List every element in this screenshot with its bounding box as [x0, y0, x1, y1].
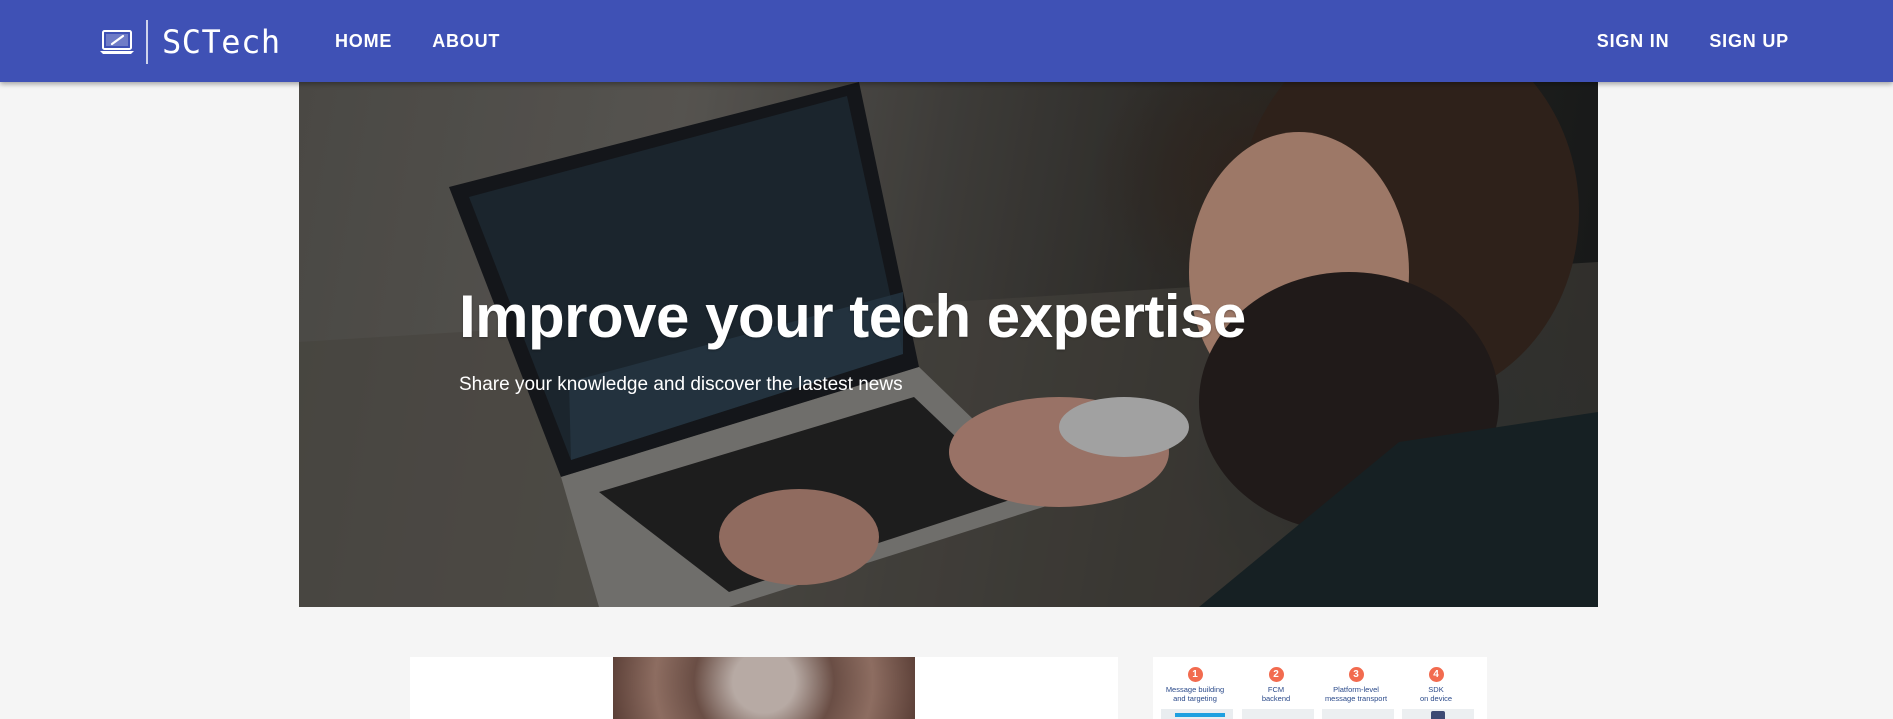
- brand-name[interactable]: SCTech: [162, 23, 281, 61]
- nav-about-link[interactable]: ABOUT: [412, 23, 520, 60]
- step-label: FCM backend: [1261, 685, 1291, 703]
- post-card[interactable]: [410, 657, 1118, 719]
- step-number: 4: [1428, 667, 1444, 682]
- sign-up-link[interactable]: SIGN UP: [1689, 23, 1809, 60]
- step-label: Message building and targeting: [1165, 685, 1225, 703]
- phone-icon: [1431, 711, 1445, 719]
- diagram-box: [1402, 709, 1474, 719]
- account-nav: SIGN IN SIGN UP: [1577, 0, 1809, 82]
- post-card[interactable]: 1 Message building and targeting 2 FCM b…: [1153, 657, 1487, 719]
- step-label: SDK on device: [1419, 685, 1453, 703]
- diagram-step: 3 Platform-level message transport: [1316, 667, 1396, 703]
- laptop-pen-icon: [100, 30, 134, 54]
- step-label: Platform-level message transport: [1324, 685, 1388, 703]
- step-number: 1: [1187, 667, 1203, 682]
- step-number: 2: [1268, 667, 1284, 682]
- diagram-box: [1322, 709, 1394, 719]
- diagram-step: 1 Message building and targeting: [1155, 667, 1235, 703]
- app-bar: SCTech HOME ABOUT SIGN IN SIGN UP: [0, 0, 1893, 82]
- diagram-step: 2 FCM backend: [1236, 667, 1316, 703]
- hero-title: Improve your tech expertise: [459, 283, 1246, 350]
- hero-banner: Improve your tech expertise Share your k…: [299, 82, 1598, 607]
- brand-divider: [146, 20, 148, 64]
- main-nav: HOME ABOUT: [335, 0, 520, 82]
- brand[interactable]: SCTech: [98, 20, 281, 64]
- post-thumbnail[interactable]: [613, 657, 915, 719]
- diagram-bar: [1175, 713, 1225, 717]
- diagram-box: [1161, 709, 1233, 719]
- hero-subtitle: Share your knowledge and discover the la…: [459, 374, 903, 395]
- post-thumbnail[interactable]: 1 Message building and targeting 2 FCM b…: [1153, 657, 1487, 719]
- diagram-step: 4 SDK on device: [1396, 667, 1476, 703]
- nav-home-link[interactable]: HOME: [335, 23, 412, 60]
- step-number: 3: [1348, 667, 1364, 682]
- diagram-box: [1242, 709, 1314, 719]
- sign-in-link[interactable]: SIGN IN: [1577, 23, 1690, 60]
